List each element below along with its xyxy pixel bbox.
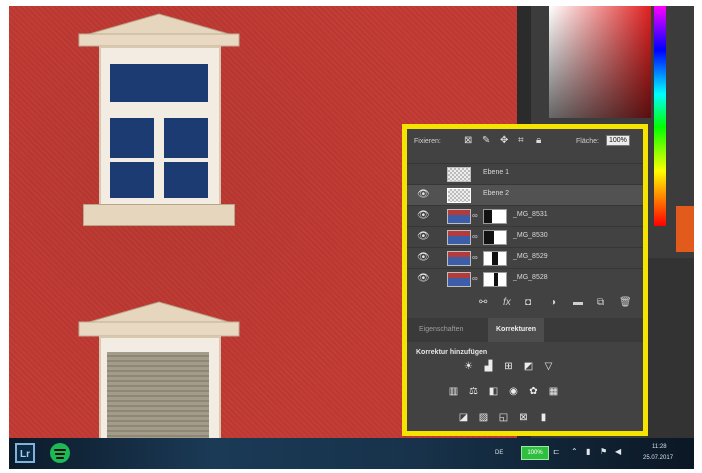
- exposure-icon[interactable]: ◩: [522, 361, 535, 372]
- color-picker-field[interactable]: [549, 6, 651, 118]
- hue-slider[interactable]: [654, 6, 666, 226]
- eye-icon[interactable]: 👁︎: [417, 274, 430, 284]
- upper-pane-2: [164, 118, 208, 158]
- black-white-icon[interactable]: ◧: [487, 386, 500, 397]
- lock-row: Fixieren: ⊠ ✎ ✥ ⌗ 🔒︎ Fläche: 100%: [407, 129, 643, 153]
- lock-transparent-icon[interactable]: ⊠: [464, 136, 472, 146]
- trash-icon[interactable]: 🗑︎: [619, 298, 632, 308]
- selective-color-icon[interactable]: ⊠: [517, 412, 530, 423]
- fx-icon[interactable]: fx: [503, 298, 511, 308]
- layer-thumbnail: [447, 167, 471, 182]
- channel-mixer-icon[interactable]: ✿: [527, 386, 540, 397]
- layer-row[interactable]: 👁︎ ∞ _MG_8528: [407, 268, 643, 289]
- fill-input[interactable]: 100%: [606, 135, 630, 146]
- layer-mask-thumbnail: [483, 230, 507, 245]
- action-center-icon[interactable]: ▮: [586, 447, 590, 457]
- artboard-icon[interactable]: ⌗: [518, 136, 524, 146]
- eye-icon[interactable]: 👁︎: [417, 232, 430, 242]
- layer-thumbnail: [447, 251, 471, 266]
- layer-thumbnail: [447, 230, 471, 245]
- adjustments-tabs: Eigenschaften Korrekturen: [407, 318, 643, 342]
- eye-icon[interactable]: 👁︎: [417, 190, 430, 200]
- flag-icon[interactable]: ⚑: [600, 447, 607, 457]
- upper-transom-glass: [110, 64, 208, 102]
- new-layer-icon[interactable]: ⧉: [597, 298, 604, 308]
- layer-thumbnail: [447, 272, 471, 287]
- mask-icon[interactable]: ◘: [525, 298, 531, 308]
- move-icon[interactable]: ✥: [500, 136, 508, 146]
- chain-link-icon: ∞: [472, 232, 478, 241]
- layer-mask-thumbnail: [483, 251, 507, 266]
- threshold-icon[interactable]: ◱: [497, 412, 510, 423]
- language-indicator[interactable]: DE: [495, 450, 503, 456]
- layer-row[interactable]: 👁︎ ∞ _MG_8531: [407, 205, 643, 226]
- lightroom-icon[interactable]: Lr: [15, 443, 35, 463]
- layer-thumbnail: [447, 209, 471, 224]
- link-icon[interactable]: ⚯: [479, 298, 487, 308]
- chain-link-icon: ∞: [472, 211, 478, 220]
- layer-name: _MG_8530: [513, 232, 548, 239]
- layer-name: Ebene 2: [483, 190, 510, 197]
- upper-window-sill: [83, 204, 235, 226]
- spotify-icon[interactable]: [50, 443, 70, 463]
- adjustment-icon[interactable]: ◑: [550, 298, 556, 308]
- upper-pane-3: [110, 162, 154, 198]
- vibrance-icon[interactable]: ▽: [542, 361, 555, 372]
- chevron-up-icon[interactable]: ⌃: [571, 447, 578, 457]
- clock-date[interactable]: 25.07.2017: [643, 455, 673, 461]
- add-adjustment-title: Korrektur hinzufügen: [416, 349, 488, 356]
- chain-link-icon: ∞: [472, 253, 478, 262]
- layer-row[interactable]: 👁︎ ∞ _MG_8529: [407, 247, 643, 268]
- levels-icon[interactable]: ▟: [482, 361, 495, 372]
- gradient-map-icon[interactable]: ▮: [537, 412, 550, 423]
- brush-icon[interactable]: ✎: [482, 136, 490, 146]
- tab-korrekturen[interactable]: Korrekturen: [488, 318, 545, 342]
- battery-indicator[interactable]: 100%: [521, 446, 549, 460]
- orange-tab: [676, 206, 694, 252]
- fill-label: Fläche:: [576, 138, 599, 145]
- layer-name: Ebene 1: [483, 169, 510, 176]
- layer-name: _MG_8531: [513, 211, 548, 218]
- hue-saturation-icon[interactable]: ▥: [447, 386, 460, 397]
- layers-footer-toolbar: ⚯ fx ◘ ◑ ▬ ⧉ 🗑︎: [407, 294, 643, 314]
- layer-mask-thumbnail: [483, 209, 507, 224]
- posterize-icon[interactable]: ▨: [477, 412, 490, 423]
- screen: Fixieren: ⊠ ✎ ✥ ⌗ 🔒︎ Fläche: 100% Ebene …: [9, 6, 694, 469]
- lower-window: [69, 294, 249, 450]
- layers-adjustments-panel: Fixieren: ⊠ ✎ ✥ ⌗ 🔒︎ Fläche: 100% Ebene …: [402, 124, 648, 436]
- brightness-icon[interactable]: ☀: [462, 361, 475, 372]
- visibility-empty[interactable]: [417, 169, 427, 179]
- color-balance-icon[interactable]: ⚖: [467, 386, 480, 397]
- layer-mask-thumbnail: [483, 272, 507, 287]
- layer-row-selected[interactable]: 👁︎ Ebene 2: [407, 184, 643, 205]
- curves-icon[interactable]: ⊞: [502, 361, 515, 372]
- eye-icon[interactable]: 👁︎: [417, 253, 430, 263]
- eye-icon[interactable]: 👁︎: [417, 211, 430, 221]
- layer-row[interactable]: 👁︎ ∞ _MG_8530: [407, 226, 643, 247]
- network-icon[interactable]: ⊏: [553, 447, 560, 457]
- folder-icon[interactable]: ▬: [573, 298, 583, 308]
- layer-thumbnail: [447, 188, 471, 203]
- upper-pane-1: [110, 118, 154, 158]
- layer-name: _MG_8528: [513, 274, 548, 281]
- lock-label: Fixieren:: [414, 138, 441, 145]
- lock-icon[interactable]: 🔒︎: [536, 136, 541, 146]
- volume-icon[interactable]: ◀: [615, 447, 621, 457]
- tab-eigenschaften[interactable]: Eigenschaften: [411, 318, 471, 342]
- side-panel-strip: [647, 258, 694, 438]
- upper-pane-4: [164, 162, 208, 198]
- invert-icon[interactable]: ◪: [457, 412, 470, 423]
- clock-time[interactable]: 11:28: [652, 444, 667, 450]
- layer-name: _MG_8529: [513, 253, 548, 260]
- lower-shutter: [107, 352, 209, 438]
- upper-window: [69, 6, 249, 236]
- windows-taskbar: Lr DE 100% ⊏ ⌃ ▮ ⚑ ◀ 11:28 25.07.2017: [9, 438, 694, 469]
- color-lookup-icon[interactable]: ▦: [547, 386, 560, 397]
- chain-link-icon: ∞: [472, 274, 478, 283]
- photo-filter-icon[interactable]: ◉: [507, 386, 520, 397]
- layer-row[interactable]: Ebene 1: [407, 163, 643, 184]
